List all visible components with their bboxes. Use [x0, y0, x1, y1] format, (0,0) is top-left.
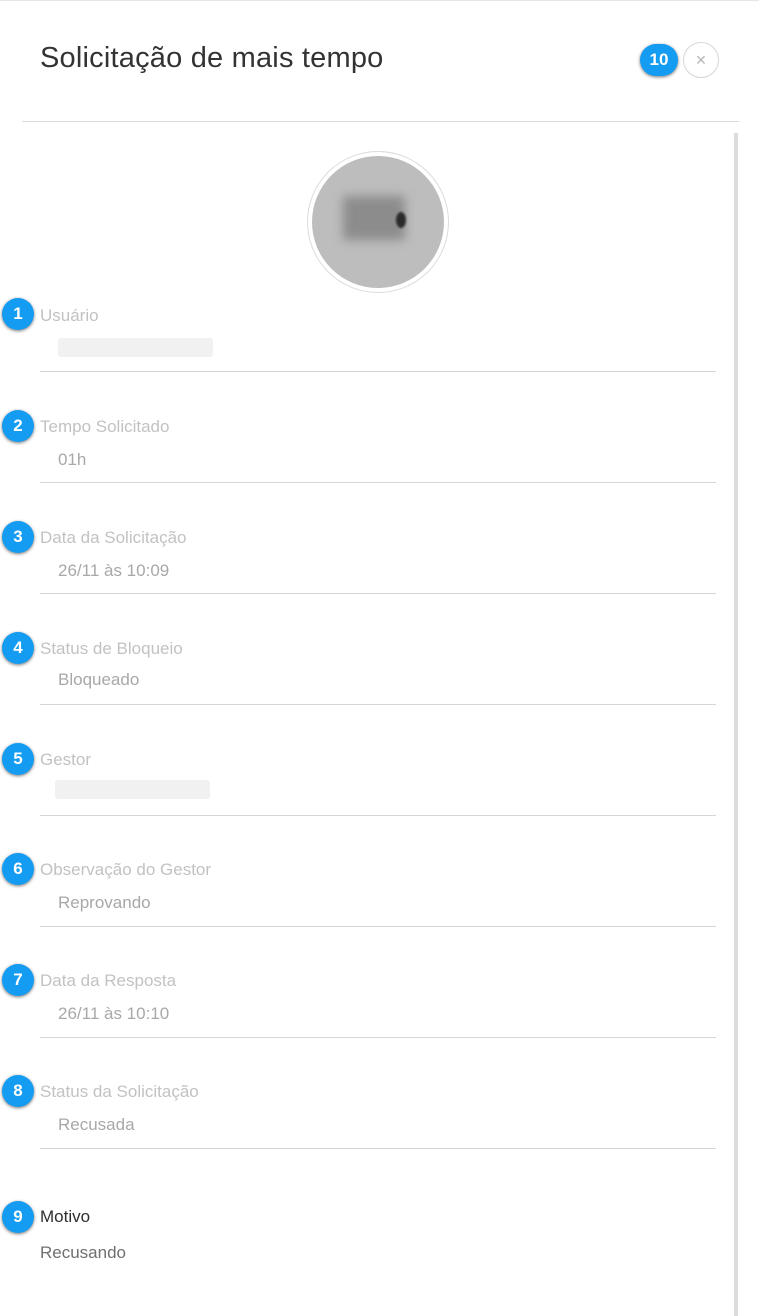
field-divider — [40, 1037, 716, 1038]
field-label: Tempo Solicitado — [40, 417, 170, 436]
modal-title: Solicitação de mais tempo — [40, 42, 384, 74]
field-usuario: Usuário — [40, 306, 716, 372]
field-status-bloqueio: Status de Bloqueio Bloqueado — [40, 639, 716, 705]
annotation-badge-2: 2 — [2, 410, 34, 442]
field-value: 01h — [58, 450, 87, 469]
field-value: Reprovando — [58, 893, 151, 912]
field-value: Bloqueado — [58, 670, 140, 689]
field-label: Status da Solicitação — [40, 1082, 199, 1101]
field-label: Observação do Gestor — [40, 860, 212, 879]
annotation-badge-9: 9 — [2, 1201, 34, 1233]
field-divider — [40, 371, 716, 372]
field-divider — [40, 704, 716, 705]
field-value: 26/11 às 10:10 — [58, 1004, 170, 1023]
annotation-badge-7: 7 — [2, 964, 34, 996]
redacted-value — [55, 780, 210, 799]
field-data-resposta: Data da Resposta 26/11 às 10:10 — [40, 971, 716, 1038]
field-value: Recusada — [58, 1115, 135, 1134]
field-divider — [40, 1148, 716, 1149]
field-label: Data da Solicitação — [40, 528, 187, 547]
header-divider — [22, 121, 739, 122]
field-gestor: Gestor — [40, 750, 716, 816]
annotation-badge-5: 5 — [2, 743, 34, 775]
field-value: 26/11 às 10:09 — [58, 561, 170, 580]
field-label: Usuário — [40, 306, 99, 325]
close-icon: × — [695, 49, 707, 70]
redacted-value — [58, 338, 213, 357]
field-tempo-solicitado: Tempo Solicitado 01h — [40, 417, 716, 483]
close-button[interactable]: × — [683, 42, 719, 78]
motivo-value: Recusando — [40, 1243, 127, 1262]
scrollbar[interactable] — [734, 133, 738, 1316]
field-divider — [40, 482, 716, 483]
motivo-label: Motivo — [40, 1207, 91, 1226]
annotation-badge-3: 3 — [2, 521, 34, 553]
annotation-badge-4: 4 — [2, 632, 34, 664]
field-status-solicitacao: Status da Solicitação Recusada — [40, 1082, 716, 1149]
field-label: Gestor — [40, 750, 92, 769]
field-observacao-gestor: Observação do Gestor Reprovando — [40, 860, 716, 927]
annotation-badge-1: 1 — [2, 298, 34, 330]
avatar-image-detail — [396, 212, 406, 228]
annotation-badge-8: 8 — [2, 1075, 34, 1107]
field-divider — [40, 926, 716, 927]
avatar — [312, 156, 444, 288]
top-border — [0, 0, 759, 1]
field-label: Data da Resposta — [40, 971, 177, 990]
field-label: Status de Bloqueio — [40, 639, 183, 658]
annotation-badge-6: 6 — [2, 853, 34, 885]
annotation-badge-10: 10 — [640, 44, 678, 76]
field-divider — [40, 815, 716, 816]
field-data-solicitacao: Data da Solicitação 26/11 às 10:09 — [40, 528, 716, 594]
field-divider — [40, 593, 716, 594]
